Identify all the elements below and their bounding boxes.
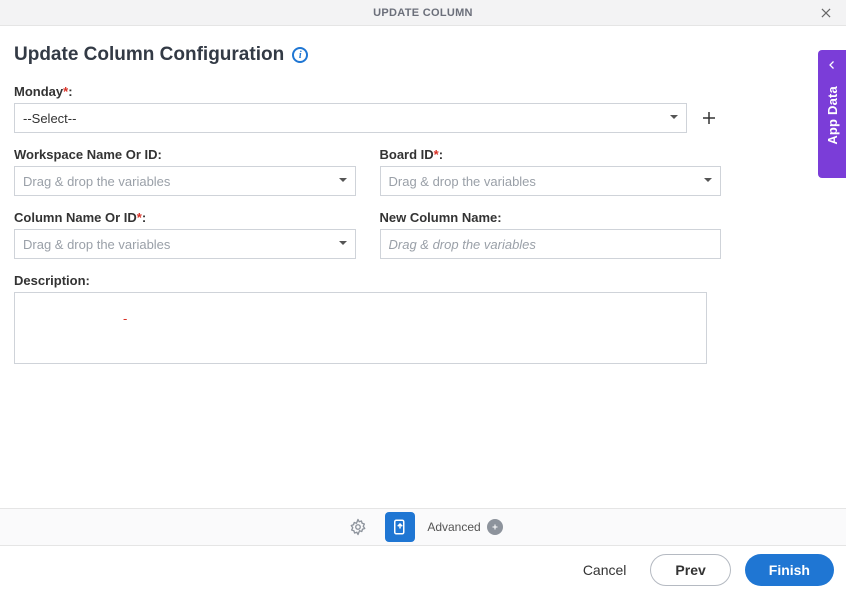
toolbar: Advanced xyxy=(0,508,846,546)
newcolumn-label: New Column Name: xyxy=(380,210,722,225)
plus-circle-icon xyxy=(487,519,503,535)
close-icon[interactable] xyxy=(816,3,836,23)
gear-icon[interactable] xyxy=(343,512,373,542)
board-group: Board ID*: xyxy=(380,147,722,196)
board-input[interactable] xyxy=(380,166,722,196)
description-group: Description: - xyxy=(14,273,832,364)
monday-label: Monday*: xyxy=(14,84,687,99)
dialog-title: UPDATE COLUMN xyxy=(373,7,473,19)
dialog-content: Update Column Configuration i Monday*: -… xyxy=(0,26,846,364)
column-input-wrap xyxy=(14,229,356,259)
description-label: Description: xyxy=(14,273,832,288)
advanced-toggle[interactable]: Advanced xyxy=(427,519,502,535)
workspace-label: Workspace Name Or ID: xyxy=(14,147,356,162)
monday-select[interactable]: --Select-- xyxy=(14,103,687,133)
add-button[interactable] xyxy=(697,106,721,130)
description-placeholder: - xyxy=(23,299,698,326)
info-icon[interactable]: i xyxy=(292,47,308,63)
finish-button[interactable]: Finish xyxy=(745,554,834,586)
chevron-left-icon xyxy=(826,58,838,76)
board-input-wrap xyxy=(380,166,722,196)
newcolumn-group: New Column Name: xyxy=(380,210,722,259)
newcolumn-input[interactable] xyxy=(380,229,722,259)
column-input[interactable] xyxy=(14,229,356,259)
board-label: Board ID*: xyxy=(380,147,722,162)
monday-group: Monday*: --Select-- xyxy=(14,84,687,133)
advanced-label: Advanced xyxy=(427,520,480,534)
monday-row: Monday*: --Select-- xyxy=(14,84,721,133)
page-title: Update Column Configuration xyxy=(14,44,284,66)
row-column-newcolumn: Column Name Or ID*: New Column Name: xyxy=(14,210,721,259)
dialog-header: UPDATE COLUMN xyxy=(0,0,846,26)
monday-select-wrap: --Select-- xyxy=(14,103,687,133)
export-icon[interactable] xyxy=(385,512,415,542)
description-input[interactable]: - xyxy=(14,292,707,364)
workspace-input-wrap xyxy=(14,166,356,196)
workspace-group: Workspace Name Or ID: xyxy=(14,147,356,196)
column-group: Column Name Or ID*: xyxy=(14,210,356,259)
column-label: Column Name Or ID*: xyxy=(14,210,356,225)
app-data-label: App Data xyxy=(825,86,840,145)
prev-button[interactable]: Prev xyxy=(650,554,730,586)
section-title-row: Update Column Configuration i xyxy=(14,44,832,66)
row-workspace-board: Workspace Name Or ID: Board ID*: xyxy=(14,147,721,196)
app-data-tab[interactable]: App Data xyxy=(818,50,846,178)
workspace-input[interactable] xyxy=(14,166,356,196)
dialog-footer: Cancel Prev Finish xyxy=(0,547,846,593)
cancel-button[interactable]: Cancel xyxy=(573,556,637,584)
